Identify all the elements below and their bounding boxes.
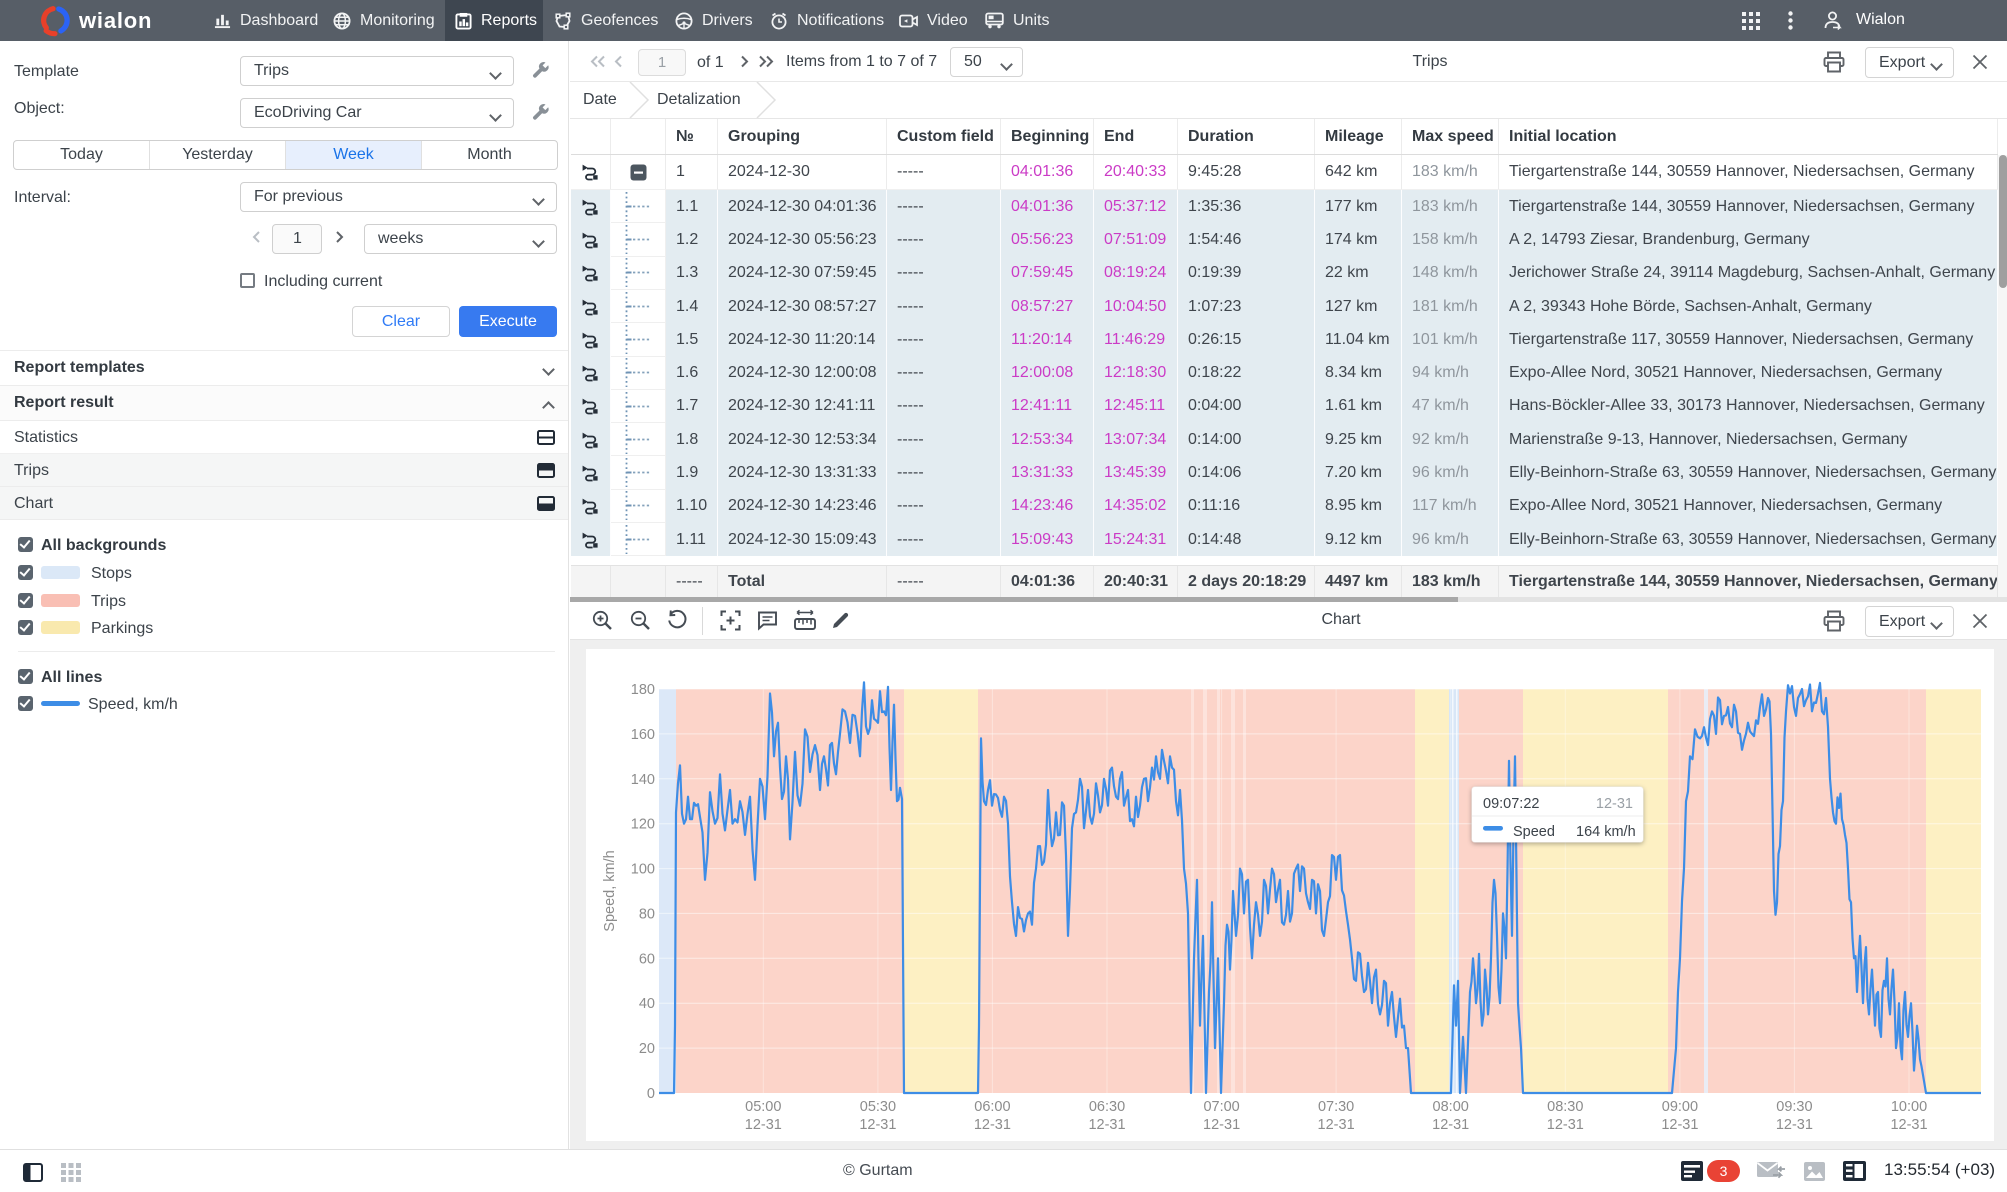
svg-text:09:00: 09:00	[1662, 1099, 1698, 1115]
svg-text:12-31: 12-31	[1776, 1117, 1813, 1133]
svg-text:Speed, km/h: Speed, km/h	[602, 850, 618, 931]
svg-text:12-31: 12-31	[745, 1117, 782, 1133]
svg-text:164 km/h: 164 km/h	[1576, 824, 1636, 840]
svg-text:09:30: 09:30	[1776, 1099, 1812, 1115]
svg-text:12-31: 12-31	[1596, 796, 1633, 812]
svg-text:09:07:22: 09:07:22	[1483, 796, 1539, 812]
svg-text:12-31: 12-31	[1432, 1117, 1469, 1133]
svg-text:160: 160	[631, 727, 655, 743]
svg-text:0: 0	[647, 1086, 655, 1102]
svg-text:12-31: 12-31	[1890, 1117, 1927, 1133]
svg-text:08:30: 08:30	[1547, 1099, 1583, 1115]
svg-text:12-31: 12-31	[1203, 1117, 1240, 1133]
svg-text:10:00: 10:00	[1891, 1099, 1927, 1115]
svg-text:12-31: 12-31	[859, 1117, 896, 1133]
svg-text:06:30: 06:30	[1089, 1099, 1125, 1115]
svg-text:05:30: 05:30	[860, 1099, 896, 1115]
svg-text:100: 100	[631, 862, 655, 878]
svg-text:20: 20	[639, 1041, 655, 1057]
svg-text:08:00: 08:00	[1433, 1099, 1469, 1115]
svg-text:Speed: Speed	[1513, 824, 1555, 840]
svg-text:40: 40	[639, 996, 655, 1012]
svg-text:05:00: 05:00	[745, 1099, 781, 1115]
svg-text:07:00: 07:00	[1203, 1099, 1239, 1115]
svg-text:12-31: 12-31	[1547, 1117, 1584, 1133]
svg-text:80: 80	[639, 906, 655, 922]
svg-text:120: 120	[631, 817, 655, 833]
svg-text:06:00: 06:00	[974, 1099, 1010, 1115]
svg-text:140: 140	[631, 772, 655, 788]
svg-text:12-31: 12-31	[974, 1117, 1011, 1133]
svg-text:180: 180	[631, 682, 655, 698]
svg-text:12-31: 12-31	[1661, 1117, 1698, 1133]
svg-text:12-31: 12-31	[1088, 1117, 1125, 1133]
svg-text:60: 60	[639, 951, 655, 967]
svg-text:12-31: 12-31	[1318, 1117, 1355, 1133]
svg-text:07:30: 07:30	[1318, 1099, 1354, 1115]
